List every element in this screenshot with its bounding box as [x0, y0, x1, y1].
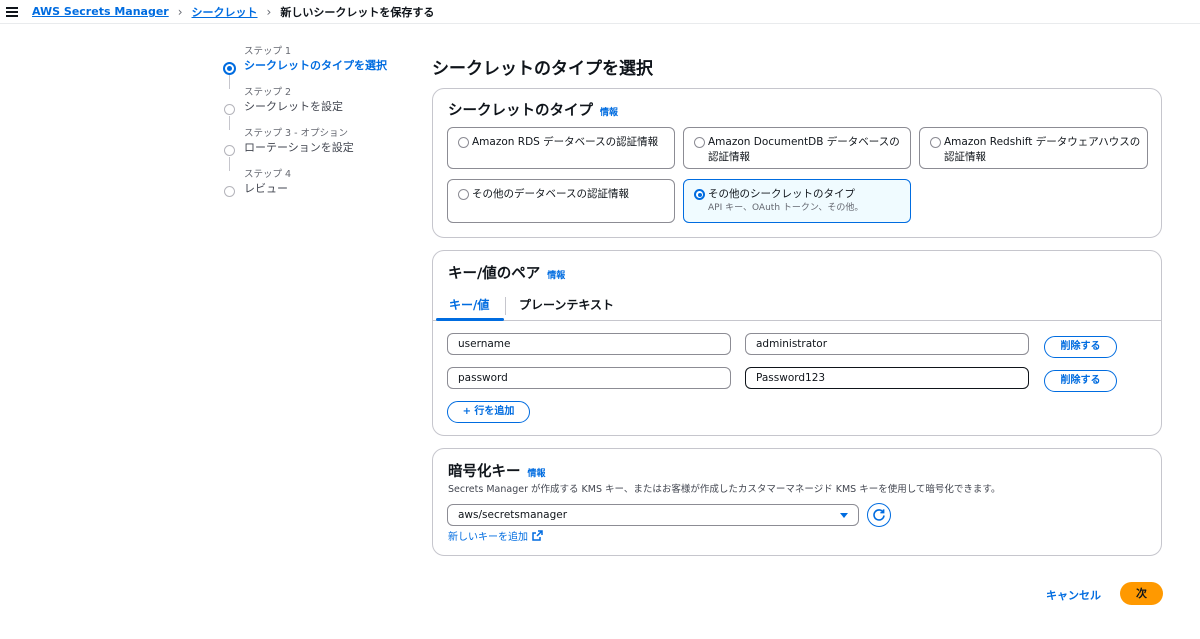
info-link[interactable]: 情報 [600, 105, 618, 118]
value-input[interactable]: Password123 [745, 367, 1029, 389]
step-label[interactable]: シークレットのタイプを選択 [244, 58, 414, 73]
menu-icon[interactable] [6, 6, 18, 17]
remove-row-button[interactable]: 削除する [1044, 336, 1117, 358]
section-title: キー/値のペア [448, 266, 541, 282]
option-label: Amazon DocumentDB データベースの認証情報 [708, 136, 900, 163]
caret-down-icon [840, 513, 848, 518]
secret-type-option-rds[interactable]: Amazon RDS データベースの認証情報 [447, 127, 675, 169]
radio-button-selected[interactable] [694, 189, 705, 200]
breadcrumb-secrets-manager[interactable]: AWS Secrets Manager [32, 5, 169, 18]
step-number: ステップ 1 [244, 46, 292, 57]
value-input[interactable]: administrator [745, 333, 1029, 355]
info-link[interactable]: 情報 [547, 268, 565, 281]
chevron-right-icon: › [177, 4, 183, 19]
step-label: ローテーションを設定 [244, 141, 354, 154]
external-link-icon [532, 530, 543, 541]
active-tab-indicator [436, 318, 504, 321]
cancel-button[interactable]: キャンセル [1046, 587, 1101, 603]
radio-button[interactable] [458, 137, 469, 148]
step-number: ステップ 2 [244, 87, 292, 98]
new-key-link-row[interactable]: 新しいキーを追加 [448, 528, 543, 543]
tab-key-value[interactable]: キー/値 [449, 296, 489, 313]
option-label: Amazon Redshift データウェアハウスの認証情報 [944, 136, 1141, 163]
option-label: その他のデータベースの認証情報 [472, 188, 629, 200]
chevron-right-icon: › [266, 4, 272, 19]
section-title: 暗号化キー [448, 464, 521, 480]
radio-button[interactable] [458, 189, 469, 200]
radio-button[interactable] [930, 137, 941, 148]
step-pending-icon [224, 186, 235, 197]
option-label: その他のシークレットのタイプ [708, 188, 855, 200]
step-label: シークレットを設定 [244, 100, 343, 113]
encryption-key-panel: 暗号化キー 情報 Secrets Manager が作成する KMS キー、また… [432, 448, 1162, 556]
new-key-link[interactable]: 新しいキーを追加 [448, 528, 528, 543]
info-link[interactable]: 情報 [528, 466, 546, 479]
next-button[interactable]: 次 [1120, 582, 1163, 605]
step-number: ステップ 4 [244, 169, 292, 180]
refresh-icon [873, 509, 885, 521]
step-1[interactable]: ステップ 1 シークレットのタイプを選択 [223, 46, 414, 87]
breadcrumb-current: 新しいシークレットを保存する [280, 5, 435, 19]
step-current-icon [223, 62, 236, 75]
secret-type-panel: シークレットのタイプ 情報 Amazon RDS データベースの認証情報 Ama… [432, 88, 1162, 238]
remove-row-button[interactable]: 削除する [1044, 370, 1117, 392]
secret-type-option-other-secret[interactable]: その他のシークレットのタイプ API キー、OAuth トークン、その他。 [683, 179, 911, 223]
step-pending-icon [224, 104, 235, 115]
step-pending-icon [224, 145, 235, 156]
step-4: ステップ 4 レビュー [224, 169, 414, 210]
wizard-steps: ステップ 1 シークレットのタイプを選択 ステップ 2 シークレットを設定 ステ… [223, 46, 414, 210]
key-input[interactable]: password [447, 367, 731, 389]
encryption-description: Secrets Manager が作成する KMS キー、またはお客様が作成した… [448, 484, 1001, 495]
secret-type-option-other-db[interactable]: その他のデータベースの認証情報 [447, 179, 675, 223]
breadcrumb-secrets[interactable]: シークレット [192, 4, 258, 20]
tab-divider [505, 297, 506, 315]
key-input[interactable]: username [447, 333, 731, 355]
refresh-button[interactable] [867, 503, 891, 527]
tab-bar: キー/値 プレーンテキスト [433, 293, 1161, 321]
top-navigation: AWS Secrets Manager › シークレット › 新しいシークレット… [0, 0, 1200, 24]
step-number: ステップ 3 - オプション [244, 128, 349, 139]
option-label: Amazon RDS データベースの認証情報 [472, 136, 659, 148]
key-value-panel: キー/値のペア 情報 キー/値 プレーンテキスト username admini… [432, 250, 1162, 436]
secret-type-option-documentdb[interactable]: Amazon DocumentDB データベースの認証情報 [683, 127, 911, 169]
step-2: ステップ 2 シークレットを設定 [224, 87, 414, 128]
add-row-button[interactable]: + 行を追加 [447, 401, 530, 423]
radio-button[interactable] [694, 137, 705, 148]
section-title: シークレットのタイプ [448, 103, 593, 119]
secret-type-option-redshift[interactable]: Amazon Redshift データウェアハウスの認証情報 [919, 127, 1148, 169]
page-title: シークレットのタイプを選択 [432, 59, 653, 79]
tab-plaintext[interactable]: プレーンテキスト [519, 296, 614, 313]
step-3: ステップ 3 - オプション ローテーションを設定 [224, 128, 414, 169]
step-label: レビュー [244, 182, 288, 195]
selected-kms-key: aws/secretsmanager [458, 509, 568, 521]
kms-key-select[interactable]: aws/secretsmanager [447, 504, 859, 526]
option-description: API キー、OAuth トークン、その他。 [708, 203, 864, 213]
